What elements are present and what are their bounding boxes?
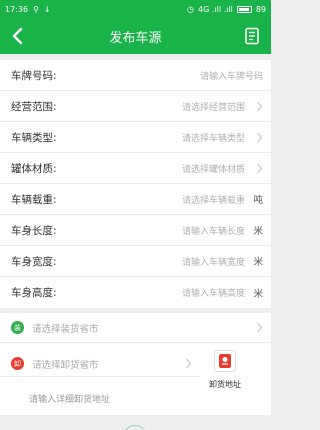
form-row-unit: 吨 xyxy=(253,195,263,206)
signal-text: 4G .ıll .ıll xyxy=(198,4,233,14)
load-province-select[interactable]: 装 请选择装货省市 xyxy=(0,313,271,343)
load-pin-icon: 装 xyxy=(11,321,24,334)
load-province-placeholder: 请选择装货省市 xyxy=(32,323,99,335)
unload-province-placeholder: 请选择卸货省市 xyxy=(32,359,99,371)
unload-address-button[interactable]: 卸货地址 xyxy=(205,350,245,402)
form-row-placeholder[interactable]: 请输入车辆宽度 xyxy=(182,255,245,268)
record-list-button[interactable] xyxy=(241,25,263,47)
form-row-label: 车身高度: xyxy=(11,287,57,299)
form-row-placeholder[interactable]: 请输入车辆长度 xyxy=(182,224,245,237)
unload-detail-address-input[interactable]: 请输入详细卸货地址 xyxy=(29,392,110,405)
alarm-icon: ◷ xyxy=(187,4,195,14)
chevron-left-icon xyxy=(12,27,23,45)
form-row-label: 车身宽度: xyxy=(11,255,57,268)
chevron-right-icon xyxy=(185,354,192,373)
form-row[interactable]: 车身长度: 请输入车辆长度米 xyxy=(0,215,271,246)
form-row[interactable]: 经营范围: 请选择经营范围 xyxy=(0,91,271,122)
form-row-label: 罐体材质: xyxy=(11,162,57,175)
unload-pin-icon: 卸 xyxy=(11,357,24,370)
nav-bar: 发布车源 xyxy=(0,18,271,54)
chevron-right-icon xyxy=(256,318,263,337)
form-row-unit: 米 xyxy=(253,257,263,268)
battery-icon xyxy=(236,5,252,13)
form-row[interactable]: 车辆类型: 请选择车辆类型 xyxy=(0,122,271,153)
form-row[interactable]: 车身高度: 请输入车辆高度米 xyxy=(0,277,271,308)
chevron-right-icon xyxy=(249,132,263,143)
form-row-placeholder[interactable]: 请选择车辆载重 xyxy=(182,193,245,206)
usb-icon: ⚲ xyxy=(33,4,39,14)
form-row-label: 车牌号码: xyxy=(11,69,57,82)
form-row-placeholder[interactable]: 请选择车辆类型 xyxy=(182,131,245,144)
form-row-unit: 米 xyxy=(253,226,263,237)
form-row-label: 车辆载重: xyxy=(11,193,57,206)
clock: 17:36 xyxy=(5,4,29,14)
status-bar: 17:36 ⚲ ↓ ◷ 4G .ıll .ıll 89 xyxy=(0,0,271,18)
unload-province-select[interactable]: 卸 请选择卸货省市 xyxy=(0,351,200,377)
form-row-placeholder[interactable]: 请选择罐体材质 xyxy=(182,162,245,175)
page-title: 发布车源 xyxy=(109,30,162,46)
form-row-placeholder[interactable]: 请输入车牌号码 xyxy=(200,69,263,82)
chevron-right-icon xyxy=(249,163,263,174)
back-button[interactable] xyxy=(6,25,28,47)
form-row[interactable]: 罐体材质: 请选择罐体材质 xyxy=(0,153,271,184)
battery-level: 89 xyxy=(255,4,266,14)
location-pin-icon xyxy=(214,350,236,372)
form-row[interactable]: 车牌号码: 请输入车牌号码 xyxy=(0,60,271,91)
form-row[interactable]: 车身宽度: 请输入车辆宽度米 xyxy=(0,246,271,277)
form-row-placeholder[interactable]: 请输入车辆高度 xyxy=(182,286,245,299)
form-row-label: 车身长度: xyxy=(11,224,57,237)
vehicle-form: 车牌号码: 请输入车牌号码经营范围: 请选择经营范围车辆类型: 请选择车辆类型罐体材质… xyxy=(0,60,271,308)
chevron-right-icon xyxy=(249,101,263,112)
form-row-label: 经营范围: xyxy=(11,100,57,113)
unload-address-label: 卸货地址 xyxy=(209,380,241,389)
form-row-label: 车辆类型: xyxy=(11,131,57,144)
form-row-placeholder[interactable]: 请选择经营范围 xyxy=(182,100,245,113)
form-row-unit: 米 xyxy=(253,288,263,300)
address-section: 装 请选择装货省市 卸 请选择卸货省市 请输入详细卸货地址 卸货地址 xyxy=(0,313,271,415)
download-icon: ↓ xyxy=(43,4,51,14)
form-row[interactable]: 车辆载重: 请选择车辆载重吨 xyxy=(0,184,271,215)
document-list-icon xyxy=(245,27,259,45)
